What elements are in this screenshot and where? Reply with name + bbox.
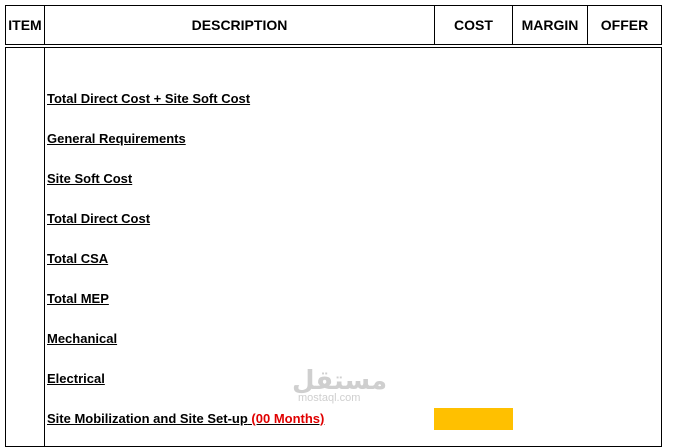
row-description: Mechanical xyxy=(47,331,118,346)
header-offer[interactable]: OFFER xyxy=(587,5,662,45)
table-row[interactable]: Total Direct Cost + Site Soft Cost xyxy=(47,91,250,106)
row-description: General Requirements xyxy=(47,131,186,146)
row-description: Total Direct Cost + Site Soft Cost xyxy=(47,91,251,106)
row-description: Site Soft Cost xyxy=(47,171,133,186)
row-description: Electrical xyxy=(47,371,105,386)
row-description: Site Mobilization and Site Set-up xyxy=(47,411,248,426)
item-column-divider xyxy=(44,47,45,447)
row-description: Total Direct Cost xyxy=(47,211,151,226)
table-row[interactable]: Mechanical xyxy=(47,331,117,346)
table-row[interactable]: General Requirements xyxy=(47,131,186,146)
table-row[interactable]: Site Soft Cost xyxy=(47,171,132,186)
table-row[interactable]: Site Mobilization and Site Set-up (00 Mo… xyxy=(47,411,324,426)
header-offer-label: OFFER xyxy=(600,17,649,33)
watermark-logo: مستقل xyxy=(292,366,388,396)
header-cost[interactable]: COST xyxy=(434,5,513,45)
cost-cell-highlight[interactable] xyxy=(434,408,513,430)
row-description: Total MEP xyxy=(47,291,109,306)
table-row[interactable]: Electrical xyxy=(47,371,105,386)
table-row[interactable]: Total CSA xyxy=(47,251,108,266)
table-row[interactable]: Total Direct Cost xyxy=(47,211,150,226)
header-margin[interactable]: MARGIN xyxy=(512,5,588,45)
header-description-label: DESCRIPTION xyxy=(191,17,288,33)
header-margin-label: MARGIN xyxy=(521,17,579,33)
row-description: Total CSA xyxy=(47,251,109,266)
row-duration: (00 Months) xyxy=(251,411,325,426)
watermark: مستقل mostaql.com xyxy=(292,368,387,404)
header-description[interactable]: DESCRIPTION xyxy=(44,5,435,45)
table-row[interactable]: Total MEP xyxy=(47,291,109,306)
header-item-label: ITEM xyxy=(8,17,42,33)
header-cost-label: COST xyxy=(454,17,493,33)
header-item[interactable]: ITEM xyxy=(5,5,45,45)
